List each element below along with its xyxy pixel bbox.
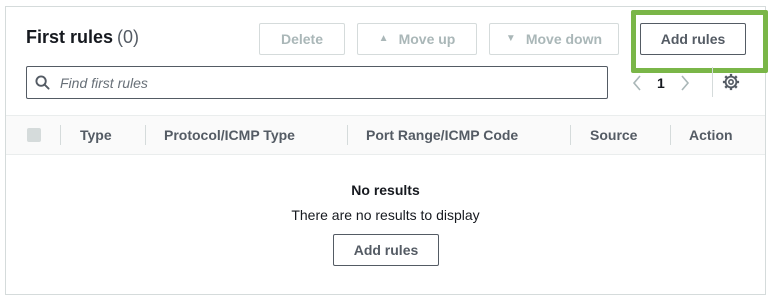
column-separator [60, 125, 61, 145]
first-rules-panel: First rules (0) Delete ▲ Move up ▼ Move d… [5, 6, 768, 295]
column-header-protocol[interactable]: Protocol/ICMP Type [164, 116, 295, 154]
move-down-button-label: Move down [525, 31, 603, 47]
move-down-button[interactable]: ▼ Move down [489, 23, 619, 55]
table-header: Type Protocol/ICMP Type Port Range/ICMP … [6, 115, 765, 155]
chevron-right-icon[interactable] [679, 74, 691, 92]
pagination: 1 [631, 69, 691, 97]
column-header-action[interactable]: Action [689, 116, 733, 154]
gear-icon[interactable] [722, 73, 740, 91]
add-rules-highlight [631, 10, 768, 73]
column-header-source[interactable]: Source [590, 116, 637, 154]
select-all-checkbox[interactable] [27, 128, 41, 142]
triangle-down-icon: ▼ [505, 33, 516, 44]
empty-add-rules-button[interactable]: Add rules [333, 234, 439, 266]
rules-count: (0) [117, 27, 140, 47]
move-up-button[interactable]: ▲ Move up [357, 23, 477, 55]
column-separator [570, 125, 571, 145]
panel-title: First rules (0) [26, 27, 139, 48]
delete-button-label: Delete [280, 31, 324, 47]
column-separator [145, 125, 146, 145]
column-separator [347, 125, 348, 145]
panel-title-text: First rules [26, 27, 114, 47]
search-icon [35, 75, 50, 90]
column-header-port-range[interactable]: Port Range/ICMP Code [366, 116, 518, 154]
search-field[interactable]: Find first rules [26, 66, 608, 99]
empty-state-title: No results [351, 182, 420, 198]
search-input[interactable]: Find first rules [60, 75, 148, 91]
empty-add-rules-button-label: Add rules [353, 242, 419, 258]
triangle-up-icon: ▲ [378, 33, 389, 44]
column-separator [670, 125, 671, 145]
empty-state-description: There are no results to display [291, 207, 480, 223]
current-page-number[interactable]: 1 [657, 75, 665, 91]
chevron-left-icon[interactable] [631, 74, 643, 92]
pagination-divider [712, 67, 713, 97]
column-header-type[interactable]: Type [80, 116, 112, 154]
delete-button[interactable]: Delete [259, 23, 345, 55]
move-up-button-label: Move up [398, 31, 456, 47]
